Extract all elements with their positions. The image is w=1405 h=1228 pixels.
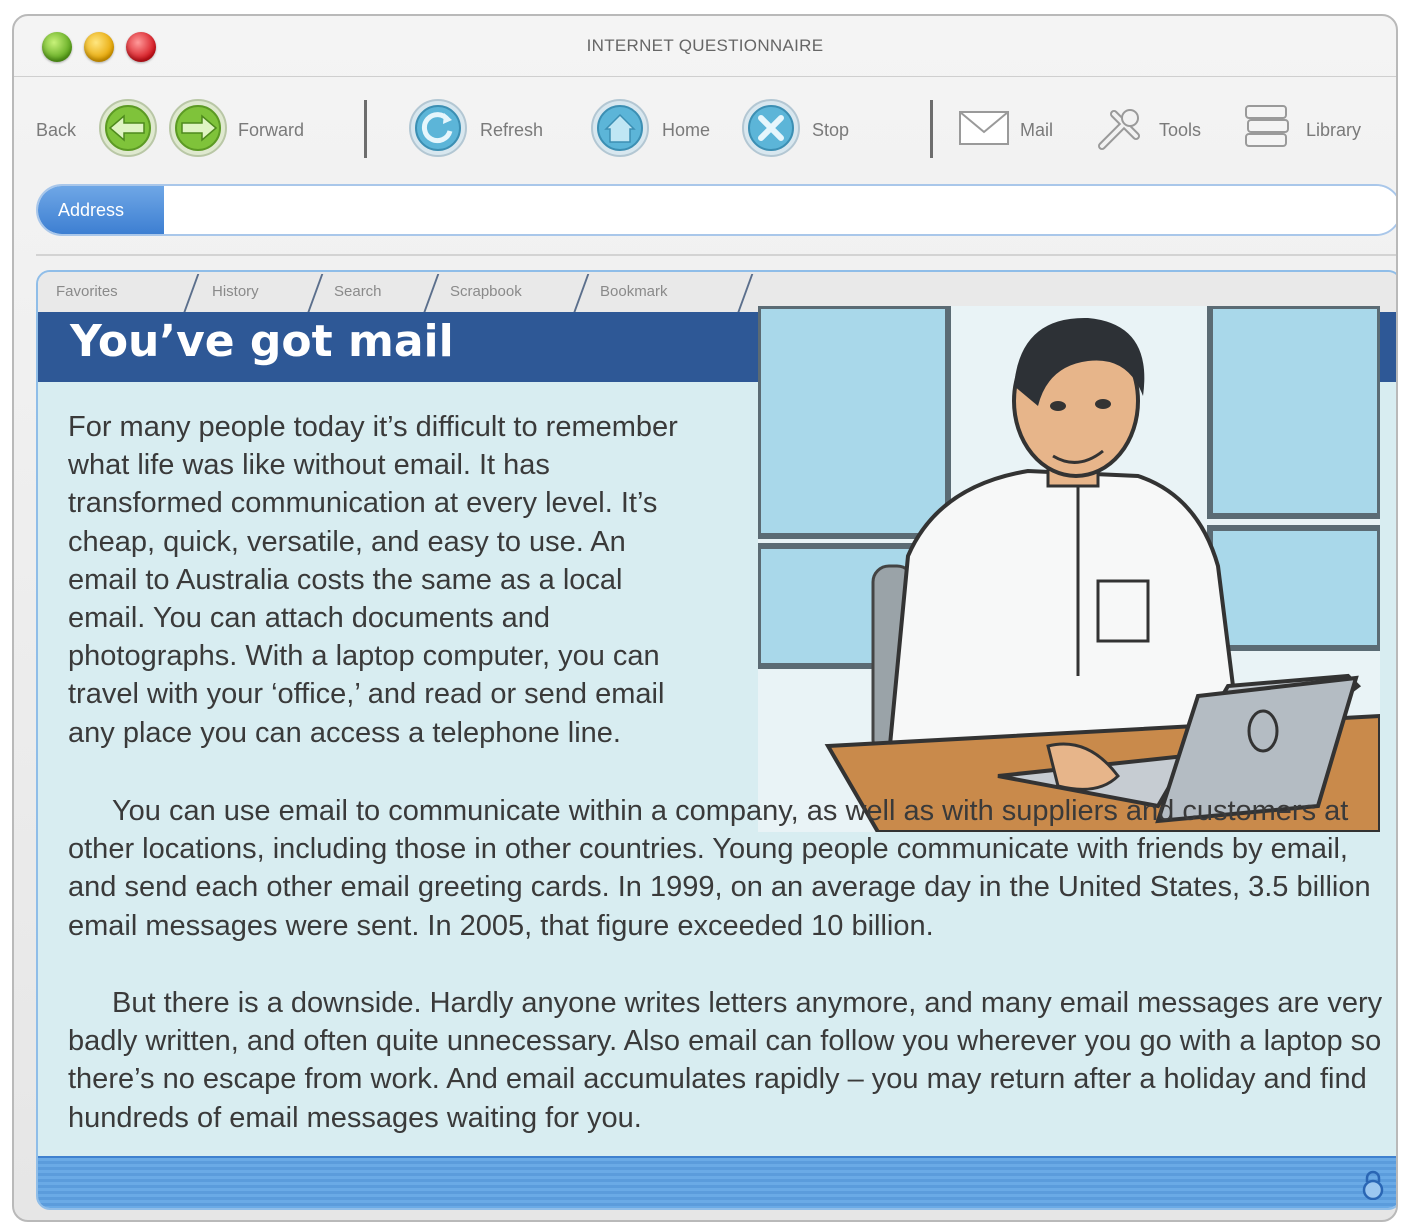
tab-search[interactable]: Search	[334, 272, 382, 312]
divider	[36, 254, 1396, 256]
mail-label[interactable]: Mail	[1020, 120, 1053, 141]
tab-bookmark[interactable]: Bookmark	[600, 272, 668, 312]
tab-divider	[422, 274, 440, 314]
tab-divider	[306, 274, 324, 314]
address-input[interactable]	[164, 186, 1396, 234]
forward-label[interactable]: Forward	[238, 120, 304, 141]
paragraph-text: But there is a downside. Hardly anyone w…	[68, 987, 1383, 1134]
stop-icon[interactable]	[741, 98, 801, 158]
library-icon[interactable]	[1242, 100, 1294, 156]
back-arrow-icon[interactable]	[98, 98, 158, 158]
article-heading: You’ve got mail	[70, 316, 454, 367]
library-label[interactable]: Library	[1306, 120, 1361, 141]
tab-divider	[182, 274, 200, 314]
tab-favorites[interactable]: Favorites	[56, 272, 118, 312]
title-bar: INTERNET QUESTIONNAIRE	[14, 16, 1396, 77]
address-bar: Address	[36, 184, 1396, 236]
article-paragraph: You can use email to communicate within …	[68, 792, 1396, 945]
home-icon[interactable]	[590, 98, 650, 158]
article-paragraph: For many people today it’s difficult to …	[68, 411, 678, 749]
mail-icon[interactable]	[958, 108, 1012, 148]
status-bar	[38, 1156, 1396, 1208]
content-frame: Favorites History Search Scrapbook Bookm…	[36, 270, 1396, 1210]
man-at-laptop-illustration	[758, 306, 1380, 832]
address-label: Address	[38, 186, 164, 234]
toolbar-divider	[930, 100, 933, 158]
article: You’ve got mail For many people today it…	[38, 306, 1396, 1172]
tools-icon[interactable]	[1092, 102, 1148, 158]
forward-arrow-icon[interactable]	[168, 98, 228, 158]
home-label[interactable]: Home	[662, 120, 710, 141]
paragraph-text: You can use email to communicate within …	[68, 795, 1371, 942]
window-title: INTERNET QUESTIONNAIRE	[586, 36, 824, 55]
tab-history[interactable]: History	[212, 272, 259, 312]
refresh-icon[interactable]	[408, 98, 468, 158]
stop-label[interactable]: Stop	[812, 120, 849, 141]
heading-band: You’ve got mail	[38, 312, 760, 382]
heading-band-right	[1378, 312, 1396, 382]
lock-icon	[1362, 1170, 1384, 1200]
tab-divider	[572, 274, 590, 314]
article-paragraph: But there is a downside. Hardly anyone w…	[68, 984, 1396, 1137]
toolbar: Back Forward Refresh Home Stop Mail Tool…	[14, 78, 1396, 182]
tools-label[interactable]: Tools	[1159, 120, 1201, 141]
toolbar-divider	[364, 100, 367, 158]
tab-divider	[736, 274, 754, 314]
back-label[interactable]: Back	[36, 120, 76, 141]
refresh-label[interactable]: Refresh	[480, 120, 543, 141]
browser-window: INTERNET QUESTIONNAIRE Back Forward Refr…	[12, 14, 1398, 1222]
tab-scrapbook[interactable]: Scrapbook	[450, 272, 522, 312]
